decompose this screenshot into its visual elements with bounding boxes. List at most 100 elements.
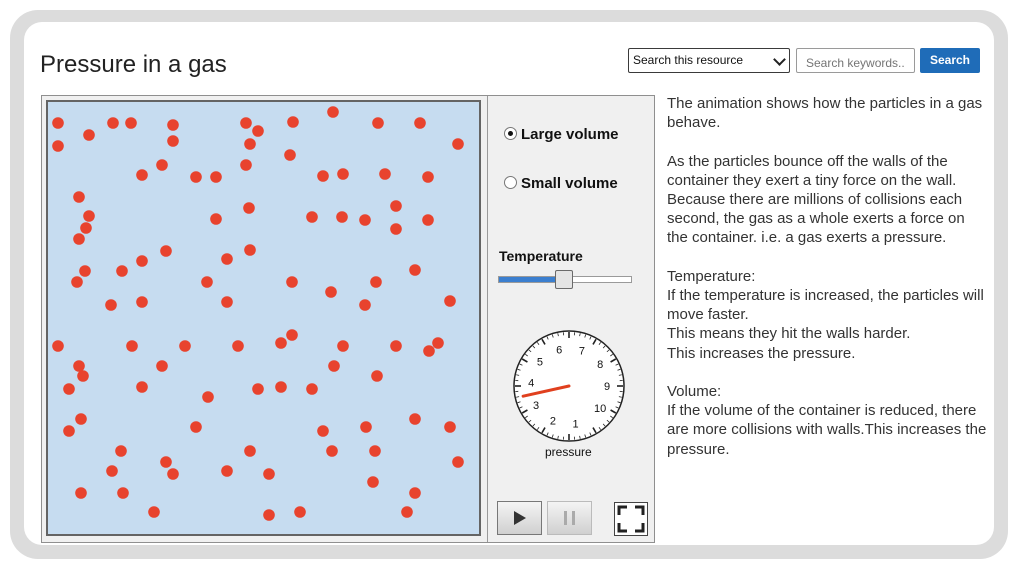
fullscreen-button[interactable] <box>614 502 648 536</box>
particle <box>360 421 372 433</box>
particle <box>75 487 87 499</box>
particle <box>414 117 426 129</box>
particle <box>52 140 64 152</box>
gauge-tick-label: 7 <box>579 345 585 357</box>
panel-divider <box>487 96 488 542</box>
search-input[interactable] <box>796 48 915 73</box>
particle <box>379 168 391 180</box>
particle <box>452 456 464 468</box>
pressure-label: pressure <box>545 445 592 459</box>
particle <box>52 340 64 352</box>
particle <box>317 425 329 437</box>
particle <box>73 233 85 245</box>
particle <box>306 383 318 395</box>
particle <box>294 506 306 518</box>
particle <box>359 214 371 226</box>
gauge-tick-label: 10 <box>594 403 606 415</box>
radio-button-icon <box>504 127 517 140</box>
particle <box>202 391 214 403</box>
gauge-tick-label: 9 <box>604 381 610 393</box>
particle <box>73 360 85 372</box>
particle <box>423 345 435 357</box>
description-walls: As the particles bounce off the walls of… <box>667 152 965 247</box>
particle <box>327 106 339 118</box>
particle <box>252 383 264 395</box>
particle <box>371 370 383 382</box>
particle <box>401 506 413 518</box>
particle <box>325 286 337 298</box>
gauge-tick-label: 1 <box>573 418 579 430</box>
particle <box>263 468 275 480</box>
particles-layer <box>52 106 464 521</box>
particle <box>136 381 148 393</box>
radio-small-volume[interactable]: Small volume <box>504 175 618 192</box>
play-icon <box>514 511 526 525</box>
radio-button-icon <box>504 176 517 189</box>
volume-text: If the volume of the container is reduce… <box>667 402 987 458</box>
temperature-slider-thumb[interactable] <box>555 270 573 289</box>
particle <box>190 171 202 183</box>
radio-label: Large volume <box>521 126 619 143</box>
particle <box>367 476 379 488</box>
particle <box>83 210 95 222</box>
search-scope-select[interactable]: Search this resource <box>628 48 790 73</box>
particle <box>328 360 340 372</box>
particle <box>83 129 95 141</box>
particle <box>125 117 137 129</box>
particle <box>105 299 117 311</box>
gauge-tick-label: 5 <box>537 357 543 369</box>
particle <box>63 383 75 395</box>
particle <box>167 119 179 131</box>
particle <box>136 296 148 308</box>
search-button[interactable]: Search <box>920 48 980 73</box>
particle <box>244 244 256 256</box>
particle <box>77 370 89 382</box>
particle <box>221 253 233 265</box>
particle <box>156 159 168 171</box>
particle <box>126 340 138 352</box>
particle <box>210 171 222 183</box>
particle <box>221 296 233 308</box>
particle <box>409 487 421 499</box>
particle <box>243 202 255 214</box>
particle <box>317 170 329 182</box>
particle <box>432 337 444 349</box>
play-button[interactable] <box>497 501 542 535</box>
particle <box>63 425 75 437</box>
particle <box>370 276 382 288</box>
pause-button[interactable] <box>547 501 592 535</box>
particle <box>336 211 348 223</box>
particle <box>286 276 298 288</box>
particle <box>390 200 402 212</box>
volume-heading: Volume: <box>667 383 722 400</box>
particle <box>117 487 129 499</box>
particle <box>306 211 318 223</box>
particle <box>221 465 233 477</box>
particle <box>275 337 287 349</box>
fullscreen-icon <box>617 505 645 533</box>
pressure-gauge: 1 23 45 6 789 10 <box>513 330 625 442</box>
particle <box>106 465 118 477</box>
gauge-tick-label: 3 <box>533 400 539 412</box>
particle <box>359 299 371 311</box>
gas-container <box>46 100 481 536</box>
description-intro: The animation shows how the particles in… <box>667 95 983 132</box>
particle <box>80 222 92 234</box>
description-panel: The animation shows how the particles in… <box>667 94 987 478</box>
temperature-heading: Temperature: <box>667 267 756 285</box>
particle <box>252 125 264 137</box>
radio-large-volume[interactable]: Large volume <box>504 126 619 143</box>
particle <box>390 223 402 235</box>
particle <box>240 117 252 129</box>
particle <box>369 445 381 457</box>
particle <box>372 117 384 129</box>
resource-card: Pressure in a gas Search this resource S… <box>24 22 994 545</box>
particle <box>286 329 298 341</box>
particle <box>337 340 349 352</box>
particle <box>73 191 85 203</box>
particle <box>160 456 172 468</box>
temperature-line: This increases the pressure. <box>667 344 856 362</box>
chevron-down-icon <box>773 53 786 66</box>
particle <box>263 509 275 521</box>
particle <box>444 421 456 433</box>
